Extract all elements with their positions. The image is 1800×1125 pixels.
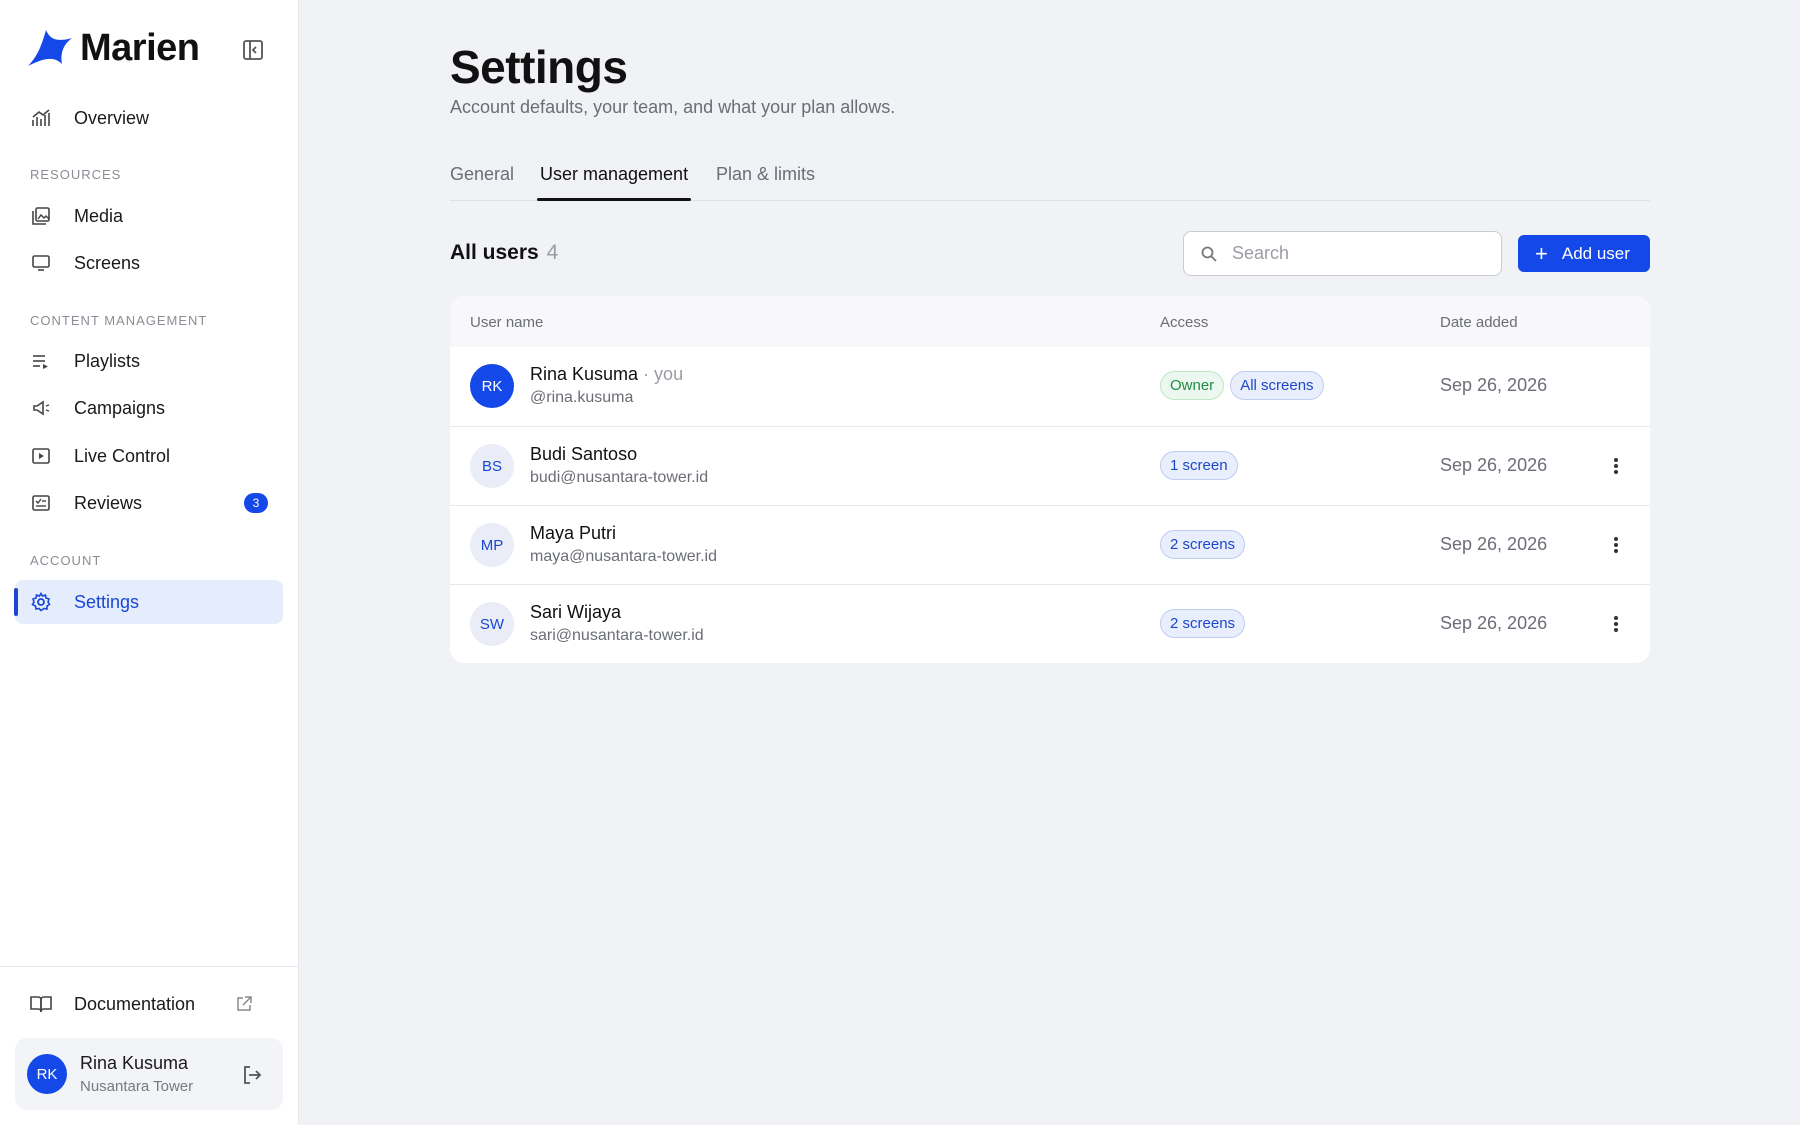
playlist-icon <box>30 350 52 372</box>
gear-icon <box>30 591 52 613</box>
sidebar-item-label: Overview <box>74 107 150 128</box>
header-user-name: User name <box>470 314 544 331</box>
brand-name: Marien <box>80 26 200 69</box>
all-users-title: All users <box>450 241 539 264</box>
all-users-heading: All users 4 <box>450 241 558 265</box>
avatar: RK <box>27 1054 67 1094</box>
external-link-icon <box>237 996 252 1011</box>
sidebar-item-screens[interactable]: Screens <box>15 241 283 285</box>
header-access: Access <box>1160 314 1209 331</box>
table-row[interactable]: MP Maya Putri maya@nusantara-tower.id 2 … <box>450 505 1650 584</box>
sidebar-item-live-control[interactable]: Live Control <box>15 434 283 478</box>
sidebar-item-label: Media <box>74 205 124 226</box>
sidebar-item-label: Settings <box>74 591 140 612</box>
sidebar-item-settings[interactable]: Settings <box>14 580 283 624</box>
section-label-account: ACCOUNT <box>30 553 102 568</box>
user-name: Rina Kusuma · you <box>530 364 683 385</box>
access-badge-screens: 2 screens <box>1160 530 1246 559</box>
user-email: sari@nusantara-tower.id <box>530 627 704 644</box>
avatar: MP <box>470 523 514 567</box>
access-pills: Owner All screens <box>1160 371 1324 400</box>
star-logo-icon <box>28 30 72 66</box>
user-name: Maya Putri <box>530 523 617 543</box>
image-gallery-icon <box>30 205 52 227</box>
avatar: SW <box>470 602 514 646</box>
sidebar-item-reviews[interactable]: Reviews 3 <box>15 481 283 525</box>
more-options-icon[interactable] <box>1606 533 1626 557</box>
sidebar-item-label: Live Control <box>74 445 171 466</box>
tab-user-management[interactable]: User management <box>536 164 692 201</box>
sidebar: Marien Overview RESOURCES Media Screens … <box>0 0 299 1125</box>
sidebar-item-media[interactable]: Media <box>15 194 283 238</box>
sidebar-item-campaigns[interactable]: Campaigns <box>15 386 283 430</box>
plus-icon: + <box>1535 240 1548 266</box>
current-user-org: Nusantara Tower <box>80 1078 194 1095</box>
chart-icon <box>30 107 52 129</box>
date-added: Sep 26, 2026 <box>1440 534 1548 554</box>
access-pills: 2 screens <box>1160 530 1246 559</box>
access-badge-screens: All screens <box>1230 371 1324 400</box>
table-row[interactable]: BS Budi Santoso budi@nusantara-tower.id … <box>450 426 1650 505</box>
brand-logo[interactable]: Marien <box>24 26 200 70</box>
header-date-added: Date added <box>1440 314 1518 331</box>
more-options-icon[interactable] <box>1606 612 1626 636</box>
sidebar-divider <box>0 966 299 967</box>
date-added: Sep 26, 2026 <box>1440 375 1548 395</box>
section-label-resources: RESOURCES <box>30 167 122 182</box>
user-name: Sari Wijaya <box>530 602 622 622</box>
add-user-button[interactable]: + Add user <box>1518 235 1650 272</box>
sidebar-collapse-icon[interactable] <box>241 38 265 62</box>
current-user-name: Rina Kusuma <box>80 1053 189 1073</box>
sidebar-item-label: Playlists <box>74 350 141 371</box>
table-header: User name Access Date added <box>450 296 1650 347</box>
tab-plan-limits[interactable]: Plan & limits <box>716 164 815 201</box>
more-options-icon[interactable] <box>1606 454 1626 478</box>
section-label-content: CONTENT MANAGEMENT <box>30 313 208 328</box>
access-badge-screens: 1 screen <box>1160 451 1238 480</box>
page-subtitle: Account defaults, your team, and what yo… <box>450 97 896 117</box>
table-row[interactable]: SW Sari Wijaya sari@nusantara-tower.id 2… <box>450 584 1650 663</box>
checklist-icon <box>30 492 52 514</box>
monitor-icon <box>30 252 52 274</box>
table-row[interactable]: RK Rina Kusuma · you @rina.kusuma Owner … <box>450 347 1650 426</box>
search-input[interactable] <box>1232 243 1492 264</box>
book-icon <box>30 993 52 1015</box>
user-name-text: Rina Kusuma <box>530 364 639 384</box>
sidebar-item-documentation[interactable]: Documentation <box>15 982 283 1026</box>
settings-tabs: General User management Plan & limits <box>450 164 1650 201</box>
sidebar-item-overview[interactable]: Overview <box>15 96 283 140</box>
date-added: Sep 26, 2026 <box>1440 613 1548 633</box>
logout-icon[interactable] <box>241 1064 263 1086</box>
user-email: maya@nusantara-tower.id <box>530 548 717 565</box>
play-screen-icon <box>30 445 52 467</box>
search-icon <box>1201 246 1217 262</box>
you-indicator: · you <box>638 364 684 384</box>
sidebar-item-playlists[interactable]: Playlists <box>15 339 283 383</box>
access-badge-owner: Owner <box>1160 371 1225 400</box>
sidebar-item-label: Documentation <box>74 993 196 1014</box>
avatar: RK <box>470 364 514 408</box>
user-count: 4 <box>546 241 559 264</box>
sidebar-item-label: Screens <box>74 252 141 273</box>
users-table: User name Access Date added RK Rina Kusu… <box>450 296 1650 663</box>
user-email: @rina.kusuma <box>530 389 634 406</box>
user-name: Budi Santoso <box>530 444 638 464</box>
sidebar-item-label: Campaigns <box>74 397 166 418</box>
access-pills: 1 screen <box>1160 451 1238 480</box>
access-badge-screens: 2 screens <box>1160 609 1246 638</box>
date-added: Sep 26, 2026 <box>1440 455 1548 475</box>
add-user-label: Add user <box>1561 243 1630 263</box>
current-user-card[interactable]: RK Rina Kusuma Nusantara Tower <box>15 1038 283 1110</box>
access-pills: 2 screens <box>1160 609 1246 638</box>
reviews-count-badge: 3 <box>244 493 268 513</box>
megaphone-icon <box>30 397 52 419</box>
search-field[interactable] <box>1183 231 1502 276</box>
user-email: budi@nusantara-tower.id <box>530 469 709 486</box>
avatar: BS <box>470 444 514 488</box>
sidebar-item-label: Reviews <box>74 492 143 513</box>
page-title: Settings <box>450 41 628 93</box>
tab-general[interactable]: General <box>450 164 514 201</box>
